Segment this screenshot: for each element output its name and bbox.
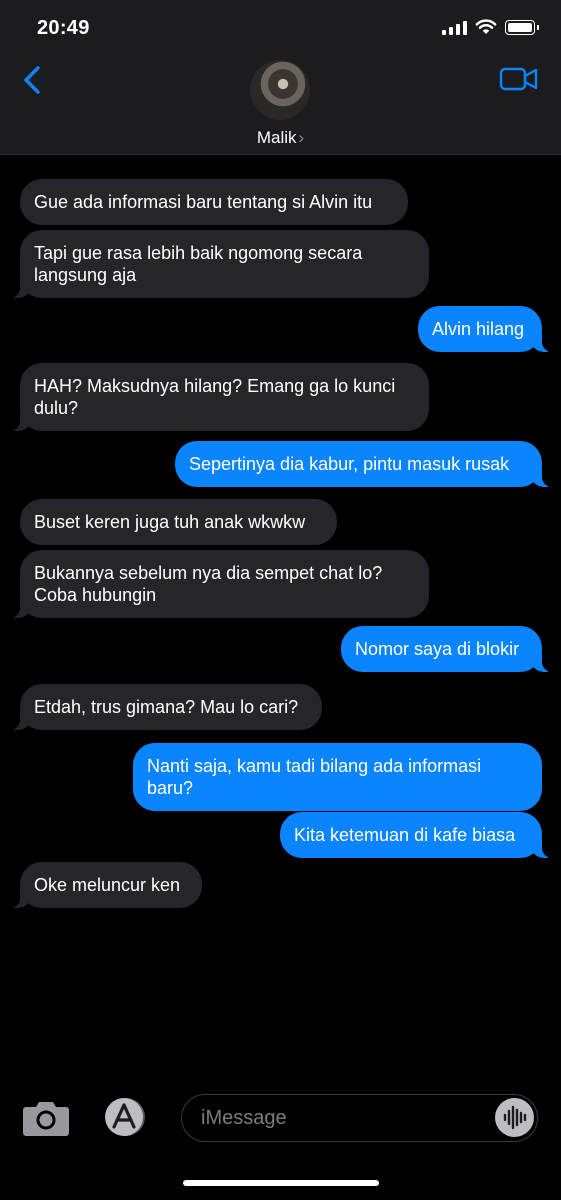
message-bubble-incoming[interactable]: Etdah, trus gimana? Mau lo cari? xyxy=(9,684,322,730)
home-indicator[interactable] xyxy=(183,1180,379,1186)
message-bubble-incoming[interactable]: Oke meluncur ken xyxy=(9,862,202,908)
camera-icon xyxy=(23,1102,69,1136)
message-bubble-outgoing[interactable]: Nanti saja, kamu tadi bilang ada informa… xyxy=(133,743,542,811)
app-store-icon xyxy=(105,1098,145,1136)
audio-message-button[interactable] xyxy=(495,1098,534,1137)
message-text: Sepertinya dia kabur, pintu masuk rusak xyxy=(189,454,510,474)
message-bubble-outgoing[interactable]: Nomor saya di blokir xyxy=(341,626,553,672)
app-store-button[interactable] xyxy=(99,1097,149,1137)
message-thread: Gue ada informasi baru tentang si Alvin … xyxy=(0,0,561,1200)
message-text: HAH? Maksudnya hilang? Emang ga lo kunci… xyxy=(34,376,396,418)
message-input[interactable] xyxy=(199,1095,493,1142)
message-text: Buset keren juga tuh anak wkwkw xyxy=(34,512,306,532)
message-bubble-incoming[interactable]: Buset keren juga tuh anak wkwkw xyxy=(20,499,337,545)
message-text: Etdah, trus gimana? Mau lo cari? xyxy=(34,697,299,717)
message-text: Tapi gue rasa lebih baik ngomong secara … xyxy=(34,243,363,285)
message-bubble-incoming[interactable]: Bukannya sebelum nya dia sempet chat lo?… xyxy=(9,550,429,618)
message-bubble-outgoing[interactable]: Alvin hilang xyxy=(418,306,553,352)
message-bubble-outgoing[interactable]: Kita ketemuan di kafe biasa xyxy=(280,812,553,858)
message-bubble-outgoing[interactable]: Sepertinya dia kabur, pintu masuk rusak xyxy=(175,441,553,487)
message-text: Nomor saya di blokir xyxy=(355,639,520,659)
message-text: Bukannya sebelum nya dia sempet chat lo?… xyxy=(34,563,383,605)
message-bubble-incoming[interactable]: Tapi gue rasa lebih baik ngomong secara … xyxy=(9,230,429,298)
audio-waveform-icon xyxy=(503,1105,527,1130)
message-text: Oke meluncur ken xyxy=(34,875,181,895)
message-text: Kita ketemuan di kafe biasa xyxy=(294,825,516,845)
message-text: Nanti saja, kamu tadi bilang ada informa… xyxy=(147,756,482,798)
camera-button[interactable] xyxy=(22,1098,70,1138)
message-input-container[interactable] xyxy=(181,1094,538,1142)
message-bubble-incoming[interactable]: Gue ada informasi baru tentang si Alvin … xyxy=(20,179,408,225)
message-bubble-incoming[interactable]: HAH? Maksudnya hilang? Emang ga lo kunci… xyxy=(9,363,429,431)
message-text: Gue ada informasi baru tentang si Alvin … xyxy=(34,192,373,212)
message-text: Alvin hilang xyxy=(432,319,525,339)
